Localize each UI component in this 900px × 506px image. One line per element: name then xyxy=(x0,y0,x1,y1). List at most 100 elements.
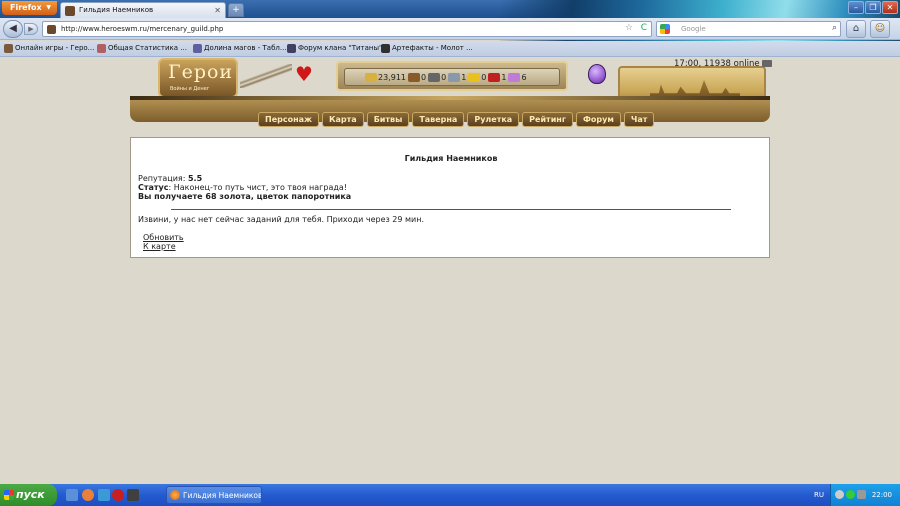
reputation-line: Репутация: 5.5 xyxy=(138,174,202,183)
system-tray: 22:00 xyxy=(830,484,900,506)
language-indicator[interactable]: RU xyxy=(814,491,824,499)
no-tasks-text: Извини, у нас нет сейчас заданий для теб… xyxy=(138,215,425,224)
resource-value: 1 xyxy=(461,72,467,82)
close-tab-icon[interactable]: ✕ xyxy=(214,6,221,15)
resource-bar: 23,911 0 0 1 0 1 6 xyxy=(336,61,568,91)
reward-text: Вы получаете 68 золота, цветок папоротни… xyxy=(138,192,352,201)
taskbar-firefox-window[interactable]: Гильдия Наемников ... xyxy=(166,486,262,504)
refresh-link[interactable]: Обновить xyxy=(143,233,184,242)
page-title: Гильдия Наемников xyxy=(404,154,498,163)
url-bar[interactable]: http://www.heroeswm.ru/mercenary_guild.p… xyxy=(42,21,652,37)
bookmarks-toolbar: Онлайн игры - Геро... Общая Статистика .… xyxy=(0,41,900,57)
nav-item[interactable]: Рулетка xyxy=(467,112,520,127)
site-favicon-icon xyxy=(47,25,56,34)
resource-item: 1 xyxy=(488,72,507,82)
map-link[interactable]: К карте xyxy=(143,242,176,251)
crystal-icon xyxy=(488,72,501,82)
firefox-menu-button[interactable]: Firefox ▼ xyxy=(2,1,57,15)
windows-taskbar: пуск Гильдия Наемников ... RU 22:00 xyxy=(0,484,900,506)
browser-navbar: ◀ ▶ http://www.heroeswm.ru/mercenary_gui… xyxy=(0,18,900,40)
tab-title: Гильдия Наемников xyxy=(79,6,154,14)
google-icon xyxy=(660,24,670,34)
start-label: пуск xyxy=(16,488,45,501)
search-icon[interactable]: ⌕ xyxy=(832,23,837,33)
close-window-icon[interactable]: ✕ xyxy=(882,1,898,14)
resource-item: 1 xyxy=(448,72,467,82)
show-desktop-icon[interactable] xyxy=(66,489,78,501)
bookmark-favicon-icon xyxy=(97,44,106,53)
new-tab-button[interactable]: + xyxy=(228,3,244,17)
mail-icon[interactable] xyxy=(761,60,772,67)
media-quicklaunch-icon[interactable] xyxy=(127,489,139,501)
nav-item[interactable]: Карта xyxy=(321,112,364,127)
start-button[interactable]: пуск xyxy=(0,484,57,506)
ore-icon xyxy=(428,72,441,82)
extension-button[interactable]: ☺ xyxy=(870,20,890,38)
bookmark-favicon-icon xyxy=(381,44,390,53)
reload-icon[interactable]: C xyxy=(641,23,647,33)
volume-icon[interactable] xyxy=(835,490,844,499)
bookmark-label: Онлайн игры - Геро... xyxy=(15,44,95,52)
gold-icon xyxy=(365,72,377,82)
bookmark-item[interactable]: Онлайн игры - Геро... xyxy=(4,44,95,53)
logo-subtitle: Войны и Денег xyxy=(170,86,210,92)
nav-item[interactable]: Таверна xyxy=(412,112,465,127)
status-label: Статус xyxy=(138,183,169,192)
sulfur-icon xyxy=(468,72,481,82)
reputation-value: 5.5 xyxy=(187,174,203,183)
resource-list: 23,911 0 0 1 0 1 6 xyxy=(344,68,560,86)
resource-value: 0 xyxy=(481,72,487,82)
logo-text: Герои xyxy=(168,61,234,83)
resource-item: 0 xyxy=(428,72,446,82)
resource-value: 0 xyxy=(421,72,427,82)
reputation-label: Репутация: xyxy=(138,174,188,183)
url-text: http://www.heroeswm.ru/mercenary_guild.p… xyxy=(61,25,224,33)
sword-icon xyxy=(240,64,292,88)
firefox-icon xyxy=(170,490,180,500)
resource-value: 6 xyxy=(521,72,527,82)
task-label: Гильдия Наемников ... xyxy=(183,491,262,500)
resource-item: 0 xyxy=(408,72,427,82)
bookmark-item[interactable]: Артефакты - Молот ... xyxy=(381,44,473,53)
bookmark-favicon-icon xyxy=(4,44,13,53)
firefox-menu-label: Firefox xyxy=(10,3,42,12)
back-button[interactable]: ◀ xyxy=(3,20,23,38)
windows-logo-icon xyxy=(4,490,14,500)
bookmark-label: Общая Статистика ... xyxy=(108,44,187,52)
health-heart-icon: ♥ xyxy=(295,62,313,86)
tab-active[interactable]: Гильдия Наемников ✕ xyxy=(60,2,226,18)
forward-button[interactable]: ▶ xyxy=(24,23,38,35)
nav-item[interactable]: Чат xyxy=(623,112,655,127)
minimize-icon[interactable]: – xyxy=(848,1,864,14)
gems-icon xyxy=(508,72,521,82)
search-placeholder: Google xyxy=(681,25,706,33)
tray-app-icon[interactable] xyxy=(857,490,866,499)
bookmark-item[interactable]: Долина магов - Табл... xyxy=(193,44,287,53)
home-button[interactable]: ⌂ xyxy=(846,20,866,38)
search-input[interactable]: Google ⌕ xyxy=(656,21,841,37)
bookmark-item[interactable]: Общая Статистика ... xyxy=(97,44,187,53)
wood-icon xyxy=(408,72,420,82)
nav-item[interactable]: Битвы xyxy=(366,112,410,127)
nav-item[interactable]: Форум xyxy=(576,112,621,127)
bookmark-label: Долина магов - Табл... xyxy=(204,44,287,52)
nav-item[interactable]: Рейтинг xyxy=(522,112,573,127)
mercury-icon xyxy=(448,72,461,82)
network-icon[interactable] xyxy=(846,490,855,499)
resource-value: 1 xyxy=(501,72,507,82)
firefox-quicklaunch-icon[interactable] xyxy=(82,489,94,501)
game-logo[interactable]: Герои xyxy=(158,58,238,98)
resource-item: 23,911 xyxy=(365,72,406,82)
status-line: Статус: Наконец-то путь чист, это твоя н… xyxy=(138,183,347,192)
opera-quicklaunch-icon[interactable] xyxy=(112,489,124,501)
window-controls: – ❐ ✕ xyxy=(848,1,898,14)
anchor-quicklaunch-icon[interactable] xyxy=(98,489,110,501)
restore-icon[interactable]: ❐ xyxy=(865,1,881,14)
bookmark-star-icon[interactable]: ☆ xyxy=(625,23,633,33)
resource-item: 6 xyxy=(508,72,527,82)
bookmark-label: Артефакты - Молот ... xyxy=(392,44,473,52)
bookmark-item[interactable]: Форум клана "Титаны" xyxy=(287,44,382,53)
nav-item[interactable]: Персонаж xyxy=(258,112,319,127)
browser-titlebar: Firefox ▼ Гильдия Наемников ✕ + – ❐ ✕ xyxy=(0,0,900,56)
server-time: 17:00, 11938 online xyxy=(674,59,772,69)
